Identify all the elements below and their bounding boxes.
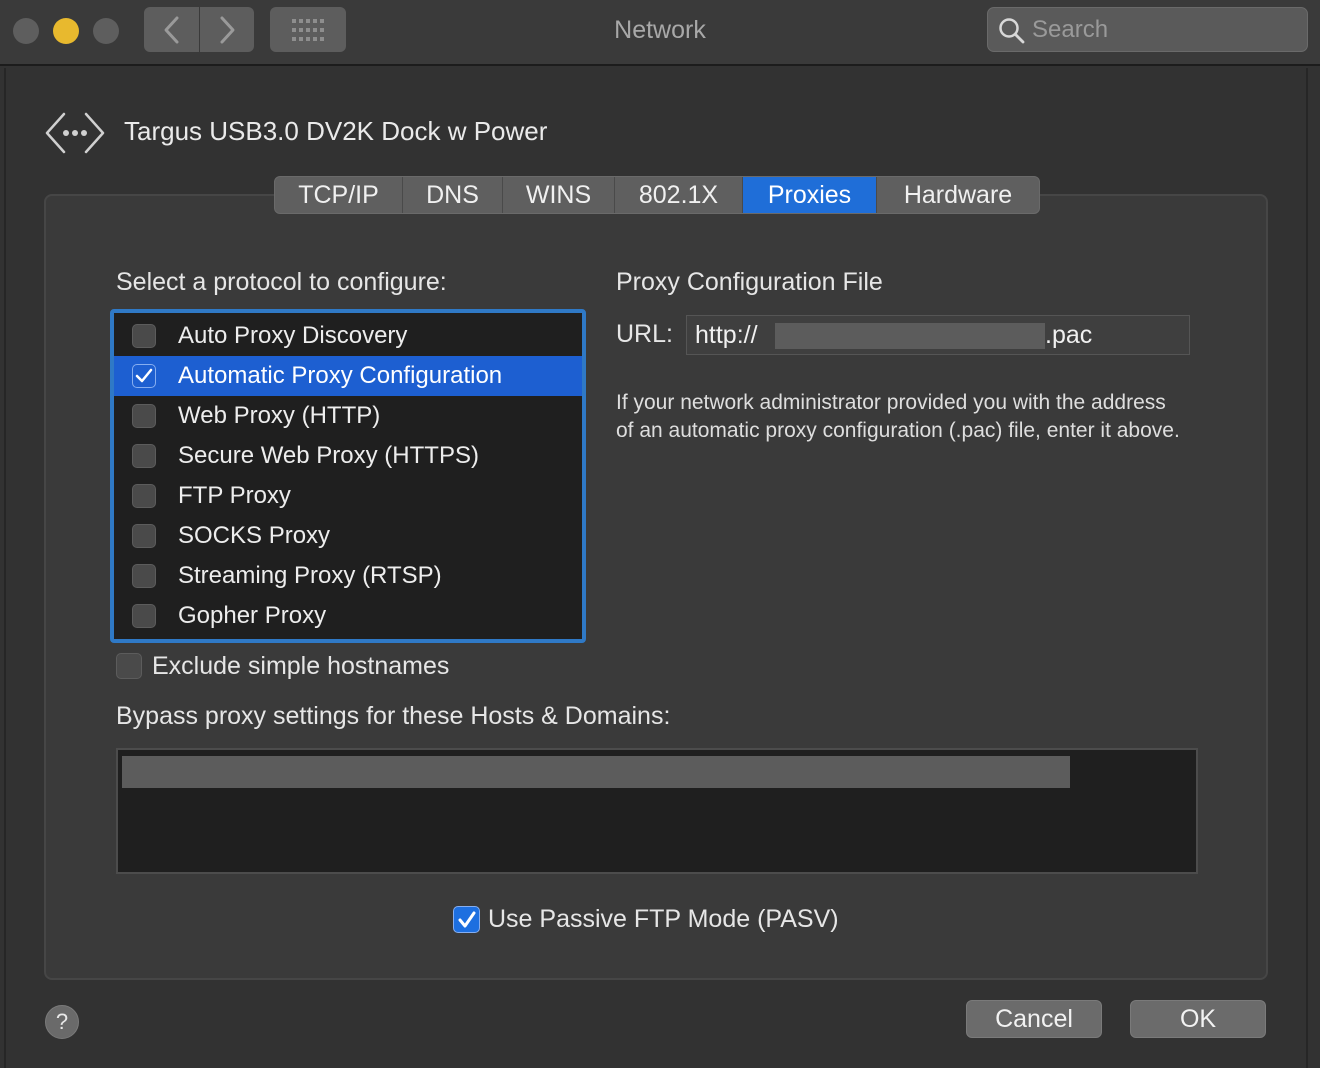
- url-suffix: .pac: [1045, 321, 1093, 349]
- pac-section-title: Proxy Configuration File: [616, 268, 883, 296]
- protocol-checkbox[interactable]: [132, 324, 156, 348]
- protocol-checkbox[interactable]: [132, 444, 156, 468]
- protocol-checkbox[interactable]: [132, 524, 156, 548]
- bypass-label: Bypass proxy settings for these Hosts & …: [116, 702, 671, 730]
- tab-hardware[interactable]: Hardware: [877, 177, 1039, 213]
- title-bar: Network: [0, 0, 1320, 66]
- bypass-hosts-textarea[interactable]: [116, 748, 1198, 874]
- redacted-hosts: [122, 756, 1070, 788]
- tab-dns[interactable]: DNS: [403, 177, 503, 213]
- passive-ftp-label[interactable]: Use Passive FTP Mode (PASV): [488, 905, 839, 934]
- protocol-label: FTP Proxy: [178, 482, 291, 509]
- protocol-checkbox[interactable]: [132, 484, 156, 508]
- protocol-label: Auto Proxy Discovery: [178, 322, 408, 349]
- search-input[interactable]: [1032, 14, 1292, 46]
- protocol-checkbox[interactable]: [132, 404, 156, 428]
- protocol-label: Secure Web Proxy (HTTPS): [178, 442, 479, 469]
- protocol-row-automatic-proxy-configuration[interactable]: Automatic Proxy Configuration: [114, 356, 582, 396]
- protocol-checkbox[interactable]: [132, 604, 156, 628]
- protocol-row-socks-proxy[interactable]: SOCKS Proxy: [114, 516, 582, 556]
- protocol-row-gopher-proxy[interactable]: Gopher Proxy: [114, 596, 582, 636]
- exclude-hostnames-label[interactable]: Exclude simple hostnames: [152, 652, 449, 681]
- tab-tcp-ip[interactable]: TCP/IP: [275, 177, 403, 213]
- ok-button[interactable]: OK: [1130, 1000, 1266, 1038]
- protocol-label: Gopher Proxy: [178, 602, 327, 629]
- interface-name: Targus USB3.0 DV2K Dock w Power: [124, 116, 548, 146]
- search-icon: [999, 18, 1025, 44]
- protocol-label: SOCKS Proxy: [178, 522, 331, 549]
- tab-proxies[interactable]: Proxies: [743, 177, 877, 213]
- tab-802-1x[interactable]: 802.1X: [615, 177, 743, 213]
- search-field[interactable]: [987, 7, 1308, 52]
- cancel-button[interactable]: Cancel: [966, 1000, 1102, 1038]
- protocol-row-web-proxy[interactable]: Web Proxy (HTTP): [114, 396, 582, 436]
- exclude-hostnames-checkbox[interactable]: [116, 653, 142, 679]
- protocol-label: Web Proxy (HTTP): [178, 402, 381, 429]
- checkmark-icon: [135, 368, 153, 383]
- protocol-row-ftp-proxy[interactable]: FTP Proxy: [114, 476, 582, 516]
- ethernet-icon: [45, 112, 105, 154]
- protocol-label: Streaming Proxy (RTSP): [178, 562, 442, 589]
- tab-bar: TCP/IP DNS WINS 802.1X Proxies Hardware: [274, 176, 1040, 214]
- help-button[interactable]: ?: [45, 1005, 79, 1039]
- checkmark-icon: [458, 911, 475, 927]
- url-label: URL:: [616, 320, 673, 348]
- protocol-checkbox[interactable]: [132, 564, 156, 588]
- redacted-url: [775, 323, 1045, 349]
- protocol-label: Automatic Proxy Configuration: [178, 362, 503, 389]
- protocol-row-secure-web-proxy[interactable]: Secure Web Proxy (HTTPS): [114, 436, 582, 476]
- pac-help-text: If your network administrator provided y…: [616, 391, 1180, 442]
- passive-ftp-checkbox[interactable]: [453, 906, 480, 933]
- protocol-checkbox[interactable]: [132, 364, 156, 388]
- protocol-list-label: Select a protocol to configure:: [116, 268, 447, 296]
- protocol-list[interactable]: Auto Proxy Discovery Automatic Proxy Con…: [110, 309, 586, 643]
- protocol-row-streaming-proxy[interactable]: Streaming Proxy (RTSP): [114, 556, 582, 596]
- tab-wins[interactable]: WINS: [503, 177, 615, 213]
- url-prefix: http://: [695, 321, 758, 349]
- protocol-row-auto-proxy-discovery[interactable]: Auto Proxy Discovery: [114, 316, 582, 356]
- pac-url-field[interactable]: http:// .pac: [686, 315, 1190, 355]
